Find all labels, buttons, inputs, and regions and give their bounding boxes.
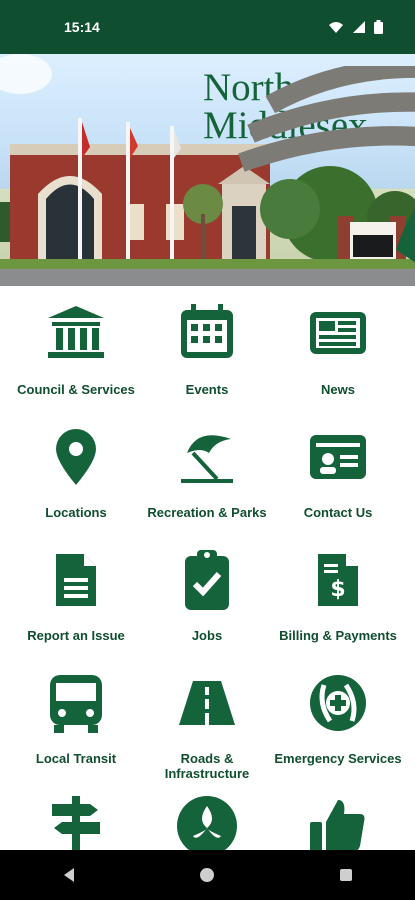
home-icon — [200, 868, 215, 882]
tile-label: Council & Services — [17, 382, 135, 397]
tile-label: Jobs — [191, 628, 223, 643]
ontario-trillium-icon — [177, 796, 237, 850]
contact-card-icon — [310, 435, 366, 479]
tile-events[interactable]: Events — [141, 286, 273, 397]
battery-icon — [374, 20, 383, 34]
tile-local-transit[interactable]: Local Transit — [10, 655, 142, 766]
tile-locations[interactable]: Locations — [10, 409, 142, 520]
signpost-icon — [52, 796, 100, 850]
north-middlesex-logo: North Middlesex — [203, 66, 415, 263]
government-building-icon — [48, 306, 104, 358]
navigation-bar — [0, 850, 415, 900]
tile-contact-us[interactable]: Contact Us — [272, 409, 404, 520]
tile-label: Report an Issue — [27, 628, 125, 643]
emergency-services-icon — [310, 675, 366, 731]
tile-label: Recreation & Parks — [147, 505, 267, 520]
clipboard-check-icon — [185, 550, 229, 610]
beach-umbrella-icon — [181, 435, 233, 483]
wifi-icon — [329, 22, 343, 33]
tile-label: Roads & Infrastructure — [164, 751, 250, 781]
tile-emergency-services[interactable]: Emergency Services — [272, 655, 404, 766]
tile-label: Billing & Payments — [279, 628, 397, 643]
tile-label: News — [321, 382, 355, 397]
leaf-icon — [238, 66, 415, 263]
status-icons — [328, 20, 383, 34]
back-button[interactable] — [47, 853, 91, 897]
tile-council-services[interactable]: Council & Services — [10, 286, 142, 397]
tile-billing-payments[interactable]: $ Billing & Payments — [272, 532, 404, 643]
tile-signpost[interactable] — [10, 778, 142, 850]
tile-report-issue[interactable]: Report an Issue — [10, 532, 142, 643]
tile-ontario[interactable] — [141, 778, 273, 850]
tile-feedback[interactable] — [272, 778, 404, 850]
tile-label: Emergency Services — [274, 751, 402, 766]
svg-text:$: $ — [330, 577, 345, 602]
service-grid: Council & Services Events News Locations — [0, 286, 415, 850]
hero-banner: North Middlesex — [0, 54, 415, 286]
document-icon — [56, 554, 96, 606]
signal-icon — [353, 21, 365, 33]
status-bar: 15:14 — [0, 0, 415, 54]
newspaper-icon — [310, 312, 366, 354]
tile-roads-infrastructure[interactable]: Roads & Infrastructure — [141, 655, 273, 781]
recents-icon — [339, 869, 352, 881]
tile-label: Events — [185, 382, 229, 397]
map-pin-icon — [56, 429, 96, 485]
tile-news[interactable]: News — [272, 286, 404, 397]
tile-label: Contact Us — [303, 505, 373, 520]
calendar-icon — [181, 304, 233, 358]
invoice-dollar-icon: $ — [318, 554, 358, 606]
recents-button[interactable] — [324, 853, 368, 897]
tile-recreation-parks[interactable]: Recreation & Parks — [141, 409, 273, 520]
status-time: 15:14 — [64, 19, 100, 35]
bus-icon — [50, 675, 102, 733]
tile-label: Locations — [45, 505, 107, 520]
back-icon — [64, 868, 75, 882]
home-button[interactable] — [185, 853, 229, 897]
thumbs-up-icon — [310, 800, 365, 850]
tile-jobs[interactable]: Jobs — [141, 532, 273, 643]
tile-label: Local Transit — [35, 751, 117, 766]
road-icon — [179, 681, 235, 725]
